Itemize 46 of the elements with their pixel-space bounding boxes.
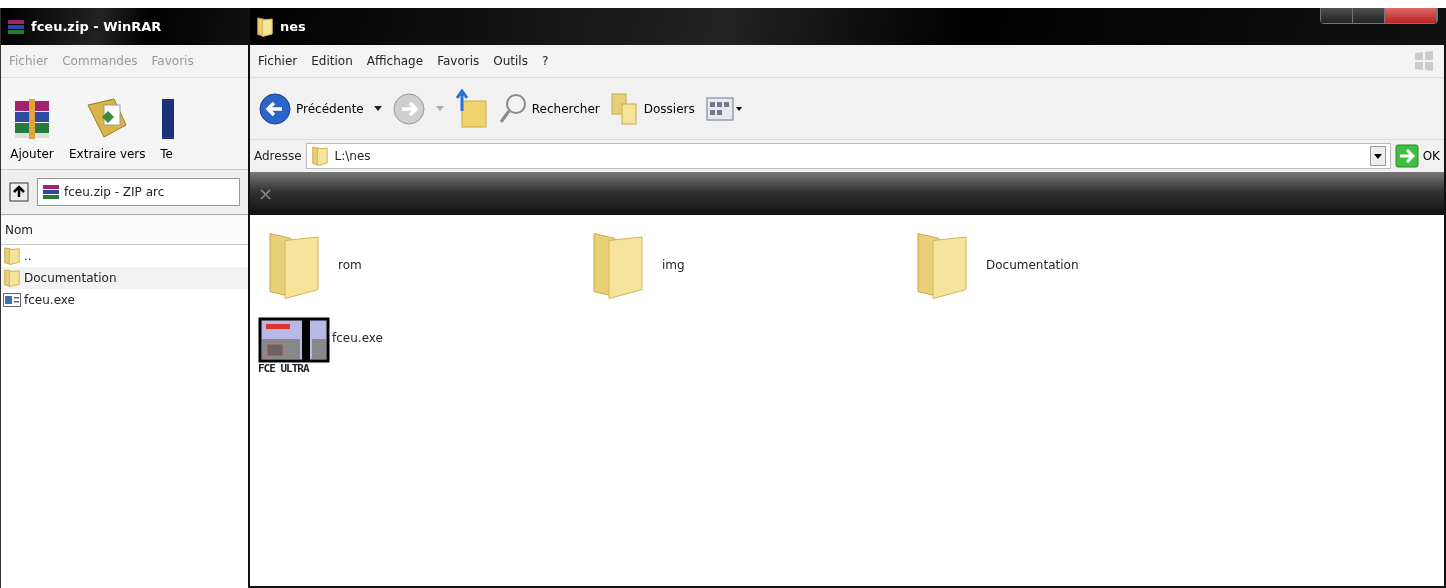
menu-item[interactable]: Fichier bbox=[258, 52, 298, 70]
window-title: nes bbox=[280, 17, 306, 36]
close-glyph[interactable]: × bbox=[258, 184, 274, 203]
view-grid-icon bbox=[704, 94, 743, 123]
menu-item[interactable]: Affichage bbox=[366, 52, 424, 70]
file-name[interactable]: Documentation bbox=[986, 256, 1079, 274]
window-title: fceu.zip - WinRAR bbox=[31, 17, 162, 36]
folders-icon bbox=[609, 91, 640, 126]
address-field[interactable]: L:\nes bbox=[305, 143, 1391, 169]
up-arrow-icon bbox=[9, 182, 29, 202]
windows-flag-icon bbox=[1412, 49, 1436, 73]
dropdown-caret-icon bbox=[435, 105, 444, 112]
dropdown-caret-icon bbox=[1369, 146, 1386, 166]
folder-icon bbox=[256, 16, 274, 37]
address-label: Adresse bbox=[254, 148, 302, 165]
menu-item[interactable]: ? bbox=[541, 52, 549, 70]
program-icon bbox=[3, 293, 21, 307]
file-name[interactable]: fceu.exe bbox=[24, 291, 75, 309]
file-name[interactable]: fceu.exe bbox=[332, 329, 383, 347]
dropdown-caret-icon bbox=[373, 105, 382, 112]
folder-icon bbox=[3, 269, 21, 287]
toolbar-button[interactable]: Ajouter bbox=[9, 95, 55, 163]
folder-icon bbox=[310, 146, 329, 166]
console-icon bbox=[258, 317, 330, 363]
toolbar-button[interactable]: Dossiers bbox=[609, 91, 695, 126]
archive-icon bbox=[42, 184, 60, 200]
file-name[interactable]: .. bbox=[24, 247, 32, 265]
go-button[interactable]: OK bbox=[1394, 144, 1440, 168]
menu-item[interactable]: Edition bbox=[311, 52, 353, 70]
archive-icon bbox=[7, 18, 25, 35]
folder-up-icon bbox=[453, 88, 488, 129]
path-field[interactable]: fceu.zip - ZIP arc bbox=[37, 178, 240, 206]
column-header[interactable]: Nom bbox=[5, 220, 33, 239]
toolbar-button[interactable]: Rechercher bbox=[497, 91, 600, 126]
menu-item[interactable]: Favoris bbox=[437, 52, 480, 70]
toolbar-button[interactable]: Précédente bbox=[258, 91, 364, 126]
file-name[interactable]: rom bbox=[338, 256, 362, 274]
toolbar-button[interactable] bbox=[453, 88, 488, 129]
toolbar-button[interactable]: Te bbox=[159, 95, 174, 163]
logo-text: FCE ULTRA bbox=[258, 363, 309, 374]
folder-icon bbox=[3, 247, 21, 265]
menu-item[interactable]: Outils bbox=[493, 52, 528, 70]
file-name[interactable]: img bbox=[662, 256, 685, 274]
toolbar-button[interactable]: Extraire vers bbox=[69, 95, 146, 163]
toolbar-button[interactable] bbox=[704, 94, 743, 123]
toolbar-button[interactable] bbox=[391, 91, 426, 126]
